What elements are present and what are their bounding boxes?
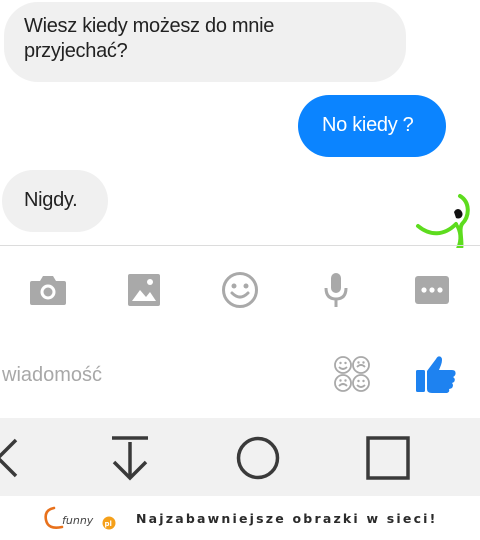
composer-toolbar bbox=[0, 248, 480, 330]
microphone-icon bbox=[324, 273, 348, 307]
funny-logo: funny pl bbox=[44, 506, 116, 530]
divider bbox=[0, 245, 480, 246]
recents-button[interactable] bbox=[362, 432, 414, 484]
emoji-icon bbox=[222, 272, 258, 308]
stickers-icon bbox=[334, 356, 370, 392]
message-input[interactable] bbox=[2, 360, 302, 390]
back-icon bbox=[0, 438, 18, 478]
emoji-button[interactable] bbox=[218, 268, 262, 312]
microphone-button[interactable] bbox=[314, 268, 358, 312]
svg-text:funny: funny bbox=[62, 514, 94, 527]
download-icon bbox=[112, 436, 148, 481]
recents-icon bbox=[366, 436, 410, 480]
message-text: Wiesz kiedy możesz do mnie przyjechać? bbox=[24, 15, 275, 62]
incoming-message-bubble[interactable]: Nigdy. bbox=[2, 170, 108, 232]
camera-icon bbox=[30, 276, 66, 305]
home-button[interactable] bbox=[232, 432, 284, 484]
thumbs-up-icon bbox=[416, 356, 456, 393]
stickers-button[interactable] bbox=[330, 352, 374, 396]
watermark-footer: funny pl Najzabawniejsze obrazki w sieci… bbox=[0, 496, 480, 540]
more-icon bbox=[415, 276, 449, 304]
more-options-button[interactable] bbox=[410, 268, 454, 312]
message-input-row bbox=[0, 330, 480, 418]
outgoing-message-bubble[interactable]: No kiedy ? bbox=[298, 95, 446, 157]
svg-text:pl: pl bbox=[105, 520, 112, 528]
incoming-message-bubble[interactable]: Wiesz kiedy możesz do mnie przyjechać? bbox=[4, 2, 406, 82]
message-text: Nigdy. bbox=[24, 189, 78, 211]
back-button[interactable] bbox=[0, 432, 42, 484]
gallery-button[interactable] bbox=[122, 268, 166, 312]
tagline: Najzabawniejsze obrazki w sieci! bbox=[136, 511, 438, 526]
message-text: No kiedy ? bbox=[322, 114, 414, 136]
image-icon bbox=[128, 274, 160, 306]
camera-button[interactable] bbox=[26, 268, 70, 312]
system-navigation-bar bbox=[0, 418, 480, 496]
hide-keyboard-button[interactable] bbox=[104, 432, 156, 484]
home-icon bbox=[236, 436, 280, 480]
like-button[interactable] bbox=[412, 350, 460, 398]
chat-thread: Wiesz kiedy możesz do mnie przyjechać? N… bbox=[0, 0, 480, 258]
